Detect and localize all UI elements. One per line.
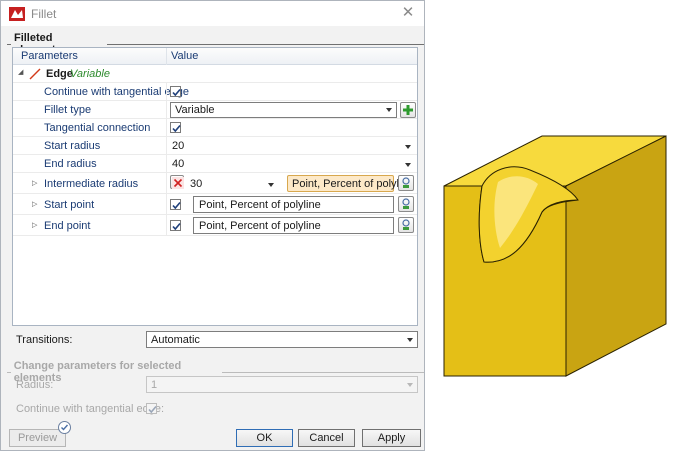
column-header-value: Value: [171, 50, 199, 62]
pick-point-icon: [402, 177, 410, 188]
row-start-radius[interactable]: Start radius 20: [13, 137, 417, 155]
tangential-connection-checkbox[interactable]: [170, 122, 181, 133]
transitions-select[interactable]: Automatic: [146, 331, 418, 348]
change-continue-tangential-checkbox[interactable]: [146, 403, 157, 414]
radius-label: Radius:: [16, 379, 54, 391]
radius-select[interactable]: 1: [146, 376, 418, 393]
row-end-point: ▷ End point Point, Percent of polyline: [13, 215, 417, 236]
row-fillet-type: Fillet type Variable: [13, 101, 417, 119]
pick-point-icon: [402, 219, 410, 230]
chevron-down-icon[interactable]: [405, 163, 411, 167]
remove-button[interactable]: [170, 175, 184, 189]
transitions-label: Transitions:: [16, 334, 73, 346]
cancel-button[interactable]: Cancel: [298, 429, 355, 447]
continue-tangential-label: Continue with tangential edge:: [16, 403, 164, 415]
row-continue-tangential: Continue with tangential edge: [13, 83, 417, 101]
apply-button[interactable]: Apply: [362, 429, 421, 447]
chevron-down-icon: [386, 108, 392, 112]
preview-button[interactable]: Preview: [9, 429, 66, 447]
fillet-app-icon: [9, 6, 25, 21]
start-point-field[interactable]: Point, Percent of polyline: [193, 196, 394, 213]
window-title: Fillet: [31, 6, 57, 21]
row-intermediate-radius: ▷ Intermediate radius 30 Point, Percent …: [13, 173, 417, 194]
column-header-parameters: Parameters: [21, 50, 78, 62]
parameters-grid: Parameters Value ◢ Edge Variable Continu…: [12, 47, 418, 326]
filleted-cube-image: [443, 135, 667, 377]
continue-tangential-checkbox[interactable]: [170, 86, 181, 97]
intermediate-radius-pick-button[interactable]: Point, Percent of polyli...: [287, 175, 411, 192]
start-radius-value[interactable]: 20: [172, 140, 184, 152]
pick-start-point-button[interactable]: [398, 196, 414, 212]
end-point-checkbox[interactable]: [170, 220, 181, 231]
plus-icon: [403, 105, 413, 115]
row-edge[interactable]: ◢ Edge Variable: [13, 65, 417, 83]
chevron-down-icon: [407, 338, 413, 342]
end-radius-value[interactable]: 40: [172, 158, 184, 170]
delete-icon: [172, 177, 184, 189]
row-tangential-connection: Tangential connection: [13, 119, 417, 137]
chevron-down-icon[interactable]: [268, 183, 274, 187]
expand-icon[interactable]: ▷: [32, 200, 40, 209]
expand-icon[interactable]: ▷: [32, 221, 40, 230]
intermediate-radius-value[interactable]: 30: [190, 178, 202, 190]
close-icon[interactable]: ✕: [400, 5, 416, 21]
row-end-radius[interactable]: End radius 40: [13, 155, 417, 173]
grid-header: Parameters Value: [13, 48, 417, 65]
collapse-icon[interactable]: ◢: [18, 68, 26, 77]
add-button[interactable]: [400, 102, 416, 118]
fillet-dialog: Fillet ✕ Filleted elements Parameters Va…: [0, 0, 425, 451]
edge-icon: [29, 68, 41, 83]
cube-preview: [438, 130, 670, 378]
fillet-type-select[interactable]: Variable: [170, 102, 397, 118]
pick-point-button[interactable]: [398, 175, 414, 191]
edge-label: Edge: [46, 68, 73, 80]
row-start-point: ▷ Start point Point, Percent of polyline: [13, 194, 417, 215]
title-bar: Fillet ✕: [1, 1, 424, 26]
expand-icon[interactable]: ▷: [32, 179, 40, 188]
preview-check-icon: [58, 421, 71, 434]
ok-button[interactable]: OK: [236, 429, 293, 447]
pick-point-icon: [402, 198, 410, 209]
end-point-field[interactable]: Point, Percent of polyline: [193, 217, 394, 234]
start-point-checkbox[interactable]: [170, 199, 181, 210]
edge-variant: Variable: [70, 68, 110, 80]
chevron-down-icon[interactable]: [405, 145, 411, 149]
pick-end-point-button[interactable]: [398, 217, 414, 233]
chevron-down-icon: [407, 383, 413, 387]
